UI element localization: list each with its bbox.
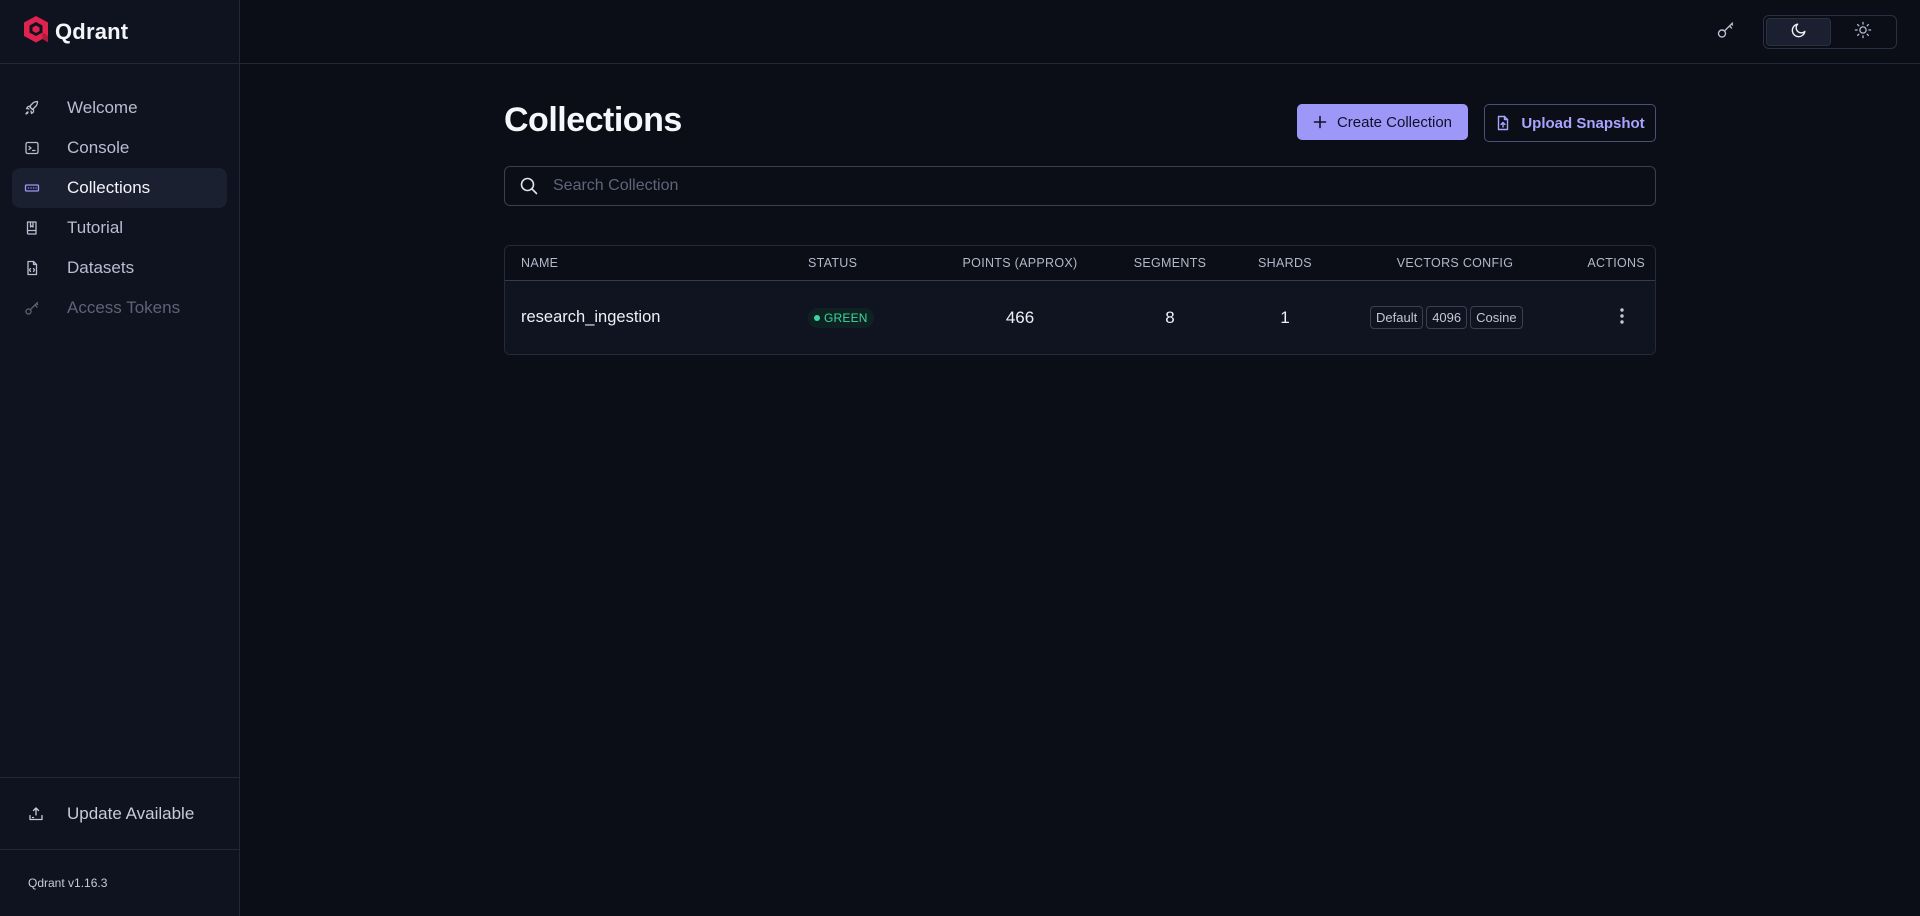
search-collection	[504, 166, 1656, 206]
upload-icon	[28, 806, 44, 822]
sidebar: Qdrant Welcome Console Collections Tutor…	[0, 0, 240, 916]
theme-toggle	[1763, 15, 1897, 49]
dark-theme-button[interactable]	[1766, 18, 1831, 46]
upload-snapshot-label: Upload Snapshot	[1521, 114, 1645, 132]
vector-name-tag: Default	[1370, 306, 1424, 329]
sidebar-item-tutorial[interactable]: Tutorial	[12, 208, 227, 248]
vector-distance-tag: Cosine	[1470, 306, 1523, 329]
header-shards: SHARDS	[1258, 256, 1312, 270]
update-available-button[interactable]: Update Available	[0, 777, 239, 850]
vectors-config: Default 4096 Cosine	[1370, 306, 1523, 329]
header-points: POINTS (APPROX)	[962, 256, 1078, 270]
row-actions-button[interactable]	[1610, 306, 1634, 330]
moon-icon	[1790, 21, 1808, 44]
sidebar-item-access-tokens[interactable]: Access Tokens	[12, 288, 227, 328]
terminal-icon	[24, 140, 40, 156]
create-collection-label: Create Collection	[1336, 113, 1453, 131]
plus-icon	[1313, 115, 1327, 129]
key-icon	[1716, 20, 1736, 45]
search-icon	[519, 176, 539, 196]
header-status: STATUS	[808, 256, 858, 270]
top-bar	[240, 0, 1920, 64]
collection-name-link[interactable]: research_ingestion	[521, 308, 660, 327]
header-segments: SEGMENTS	[1133, 256, 1207, 270]
file-icon	[24, 260, 40, 276]
book-icon	[24, 220, 40, 236]
sidebar-item-welcome[interactable]: Welcome	[12, 88, 227, 128]
brand-name: Qdrant	[55, 18, 129, 44]
qdrant-logo-icon	[23, 15, 55, 48]
collections-icon	[24, 180, 40, 196]
points-value: 466	[1005, 308, 1035, 327]
vector-size-tag: 4096	[1426, 306, 1468, 329]
sidebar-item-console[interactable]: Console	[12, 128, 227, 168]
sidebar-item-datasets[interactable]: Datasets	[12, 248, 227, 288]
more-vertical-icon	[1619, 306, 1625, 331]
shards-value: 1	[1280, 308, 1290, 327]
api-key-button[interactable]	[1714, 20, 1738, 44]
sidebar-item-label: Access Tokens	[67, 298, 181, 317]
key-icon	[24, 300, 40, 316]
page-title: Collections	[504, 101, 682, 139]
sidebar-item-label: Collections	[67, 178, 151, 197]
light-theme-button[interactable]	[1831, 18, 1894, 46]
status-badge: GREEN	[808, 308, 874, 328]
brand-logo[interactable]: Qdrant	[0, 0, 239, 64]
search-input[interactable]	[553, 177, 1633, 195]
table-header: NAME STATUS POINTS (APPROX) SEGMENTS SHA…	[505, 246, 1655, 281]
file-upload-icon	[1495, 115, 1511, 131]
update-label: Update Available	[67, 803, 195, 823]
sidebar-item-collections[interactable]: Collections	[12, 168, 227, 208]
segments-value: 8	[1165, 308, 1175, 327]
status-dot-icon	[814, 315, 820, 321]
table-row[interactable]: research_ingestion GREEN 466 8 1 Default…	[505, 281, 1655, 354]
sidebar-item-label: Console	[67, 138, 130, 157]
status-text: GREEN	[824, 311, 868, 325]
sidebar-item-label: Datasets	[67, 258, 135, 277]
collections-table: NAME STATUS POINTS (APPROX) SEGMENTS SHA…	[504, 245, 1656, 355]
header-name: NAME	[521, 256, 559, 270]
header-actions: ACTIONS	[1587, 256, 1645, 270]
version-label: Qdrant v1.16.3	[28, 876, 108, 890]
header-vectors-config: VECTORS CONFIG	[1396, 256, 1514, 270]
sidebar-item-label: Tutorial	[67, 218, 124, 237]
sidebar-item-label: Welcome	[67, 98, 138, 117]
rocket-icon	[24, 100, 40, 116]
create-collection-button[interactable]: Create Collection	[1297, 104, 1468, 140]
sun-icon	[1854, 21, 1872, 44]
sidebar-nav: Welcome Console Collections Tutorial Dat…	[0, 64, 239, 328]
upload-snapshot-button[interactable]: Upload Snapshot	[1484, 104, 1656, 142]
